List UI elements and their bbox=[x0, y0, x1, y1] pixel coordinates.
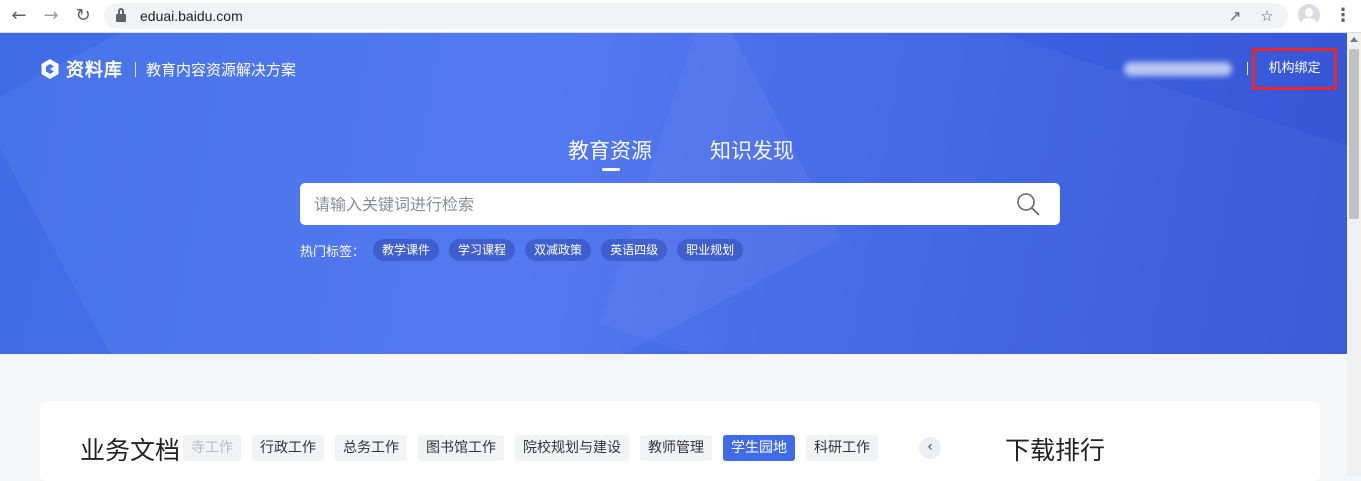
hot-tag[interactable]: 学习课程 bbox=[449, 239, 516, 261]
reload-icon[interactable]: ↻ bbox=[72, 5, 94, 27]
category-chip[interactable]: 院校规划与建设 bbox=[515, 435, 629, 461]
business-docs-card: 业务文档 寺工作 行政工作 总务工作 图书馆工作 院校规划与建设 教师管理 学生… bbox=[40, 401, 1320, 481]
category-chip[interactable]: 图书馆工作 bbox=[418, 435, 504, 461]
menu-kebab-icon[interactable]: ⋮ bbox=[1334, 5, 1352, 27]
hot-tags-label: 热门标签： bbox=[300, 244, 366, 260]
search-icon[interactable] bbox=[1016, 192, 1040, 216]
scrollbar-thumb[interactable] bbox=[1349, 49, 1359, 219]
category-chip[interactable]: 科研工作 bbox=[806, 435, 878, 461]
lock-icon[interactable] bbox=[116, 8, 126, 22]
site-subtitle: 教育内容资源解决方案 bbox=[146, 60, 297, 79]
category-chip[interactable]: 行政工作 bbox=[252, 435, 324, 461]
section-title-download-ranking: 下载排行 bbox=[1005, 436, 1106, 465]
hot-tag[interactable]: 双减政策 bbox=[525, 239, 592, 261]
category-chip-active[interactable]: 学生园地 bbox=[723, 435, 795, 461]
back-arrow-icon[interactable]: ← bbox=[8, 5, 30, 27]
hero-banner: 资料库 教育内容资源解决方案 机构绑定 教育资源 知识发现 热门标签： 教学课件… bbox=[0, 33, 1347, 354]
category-chip[interactable]: 教师管理 bbox=[640, 435, 712, 461]
scroll-up-arrow-icon[interactable] bbox=[1350, 37, 1358, 42]
share-icon[interactable]: ↗ bbox=[1224, 5, 1246, 27]
institution-bind-button[interactable]: 机构绑定 bbox=[1252, 48, 1337, 90]
category-strip: 寺工作 行政工作 总务工作 图书馆工作 院校规划与建设 教师管理 学生园地 科研… bbox=[183, 435, 949, 463]
search-input[interactable] bbox=[300, 183, 1000, 225]
hot-tag[interactable]: 英语四级 bbox=[601, 239, 668, 261]
star-icon[interactable]: ☆ bbox=[1256, 5, 1278, 27]
logo-text: 资料库 bbox=[66, 60, 123, 81]
address-bar[interactable]: eduai.baidu.com ↗ ☆ bbox=[104, 3, 1288, 29]
username-redacted[interactable] bbox=[1124, 62, 1232, 76]
page-scrollbar[interactable] bbox=[1347, 33, 1361, 476]
site-logo[interactable]: 资料库 教育内容资源解决方案 bbox=[40, 57, 296, 81]
tab-knowledge-discovery[interactable]: 知识发现 bbox=[710, 135, 794, 165]
tab-education-resources[interactable]: 教育资源 bbox=[568, 135, 652, 171]
chevron-left-icon[interactable]: ‹ bbox=[919, 437, 941, 459]
hot-tags: 热门标签： 教学课件 学习课程 双减政策 英语四级 职业规划 bbox=[300, 239, 753, 261]
category-chip[interactable]: 寺工作 bbox=[183, 435, 241, 461]
profile-avatar-icon[interactable] bbox=[1298, 4, 1320, 26]
resource-tabs: 教育资源 知识发现 bbox=[568, 135, 852, 171]
category-chip[interactable]: 总务工作 bbox=[335, 435, 407, 461]
hot-tag[interactable]: 职业规划 bbox=[677, 239, 744, 261]
section-title-business-docs: 业务文档 bbox=[80, 436, 181, 465]
forward-arrow-icon[interactable]: → bbox=[40, 5, 62, 27]
search-box bbox=[300, 183, 1060, 225]
url-text[interactable]: eduai.baidu.com bbox=[140, 3, 243, 29]
hexagon-logo-icon bbox=[41, 59, 59, 79]
hot-tag[interactable]: 教学课件 bbox=[373, 239, 440, 261]
logo-divider bbox=[135, 61, 136, 77]
browser-toolbar: ← → ↻ eduai.baidu.com ↗ ☆ ⋮ bbox=[0, 0, 1361, 33]
header-divider bbox=[1247, 62, 1248, 75]
